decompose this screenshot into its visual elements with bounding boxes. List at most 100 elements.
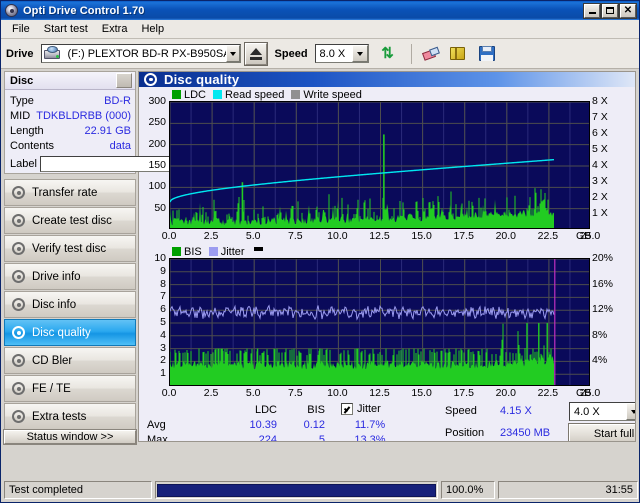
test-controls: Speed 4.15 X Position 23450 MB Samples 3… (445, 402, 635, 441)
chart1-y-axis: 50 100 150 200 250 300 (139, 95, 169, 229)
test-speed-select-value: 4.0 X (574, 405, 600, 418)
chart2-plot[interactable] (169, 258, 590, 386)
statistics-area: LDC BIS Jitter Avg 10.39 0.12 11.7% Max … (139, 400, 635, 441)
menu-start-test[interactable]: Start test (37, 21, 95, 37)
stats-header-ldc: LDC (254, 404, 277, 416)
body: Disc Type BD-R MID TDKBLDRBB (000) Lengt… (1, 69, 639, 445)
legend-item-jitter: Jitter (208, 246, 245, 258)
disc-row-contents: Contents data (10, 138, 131, 153)
sidebar-item-drive-info[interactable]: Drive info (4, 263, 136, 290)
status-bar: Test completed 100.0% 31:55 (1, 480, 639, 502)
status-message-cell: Test completed (4, 481, 152, 499)
stats-avg-jitter: 11.7% (354, 419, 386, 431)
disc-mid-value: TDKBLDRBB (000) (36, 109, 131, 122)
x-tick-label: 7.5 (287, 387, 303, 399)
eject-button[interactable] (243, 41, 268, 66)
drive-select[interactable]: (F:) PLEXTOR BD-R PX-B950SA 1.04 (40, 44, 241, 63)
y-tick-label: 4 (160, 328, 166, 341)
gear-icon (11, 325, 26, 340)
chart1-x-axis-box: 0.0 2.5 5.0 7.5 10.0 12.5 15.0 17.5 20.0 22.5 25.0… (139, 229, 635, 243)
status-window-button[interactable]: Status window >> (3, 429, 137, 445)
y-tick-label: 5 (160, 316, 166, 328)
refresh-button[interactable]: ⇅ (376, 43, 400, 65)
right-tick-label: 20% (592, 252, 614, 264)
x-tick-label: 5.0 (245, 230, 261, 242)
x-tick-label: 22.5 (537, 230, 559, 242)
jitter-checkbox[interactable] (341, 403, 353, 415)
chevron-down-icon[interactable] (225, 45, 240, 62)
legend-label-read-speed: Read speed (225, 88, 285, 101)
x-tick-label: 17.5 (453, 230, 474, 242)
legend-item-read-speed: Read speed (213, 89, 284, 101)
minimize-button[interactable] (583, 2, 601, 19)
sidebar-item-extra-tests[interactable]: Extra tests (4, 403, 136, 430)
optical-drive-icon (43, 46, 61, 61)
gear-icon (11, 269, 26, 284)
window-title: Opti Drive Control 1.70 (23, 4, 145, 17)
close-button[interactable]: ✕ (619, 2, 637, 19)
disc-group-button[interactable] (116, 73, 132, 88)
chart2-x-unit-label: GB (576, 387, 592, 399)
stats-avg-bis: 0.12 (303, 419, 325, 431)
disc-info-group: Disc Type BD-R MID TDKBLDRBB (000) Lengt… (4, 71, 240, 174)
sidebar-item-transfer-rate[interactable]: Transfer rate (4, 179, 136, 206)
test-speed-select[interactable]: 4.0 X (569, 402, 635, 421)
speed-select[interactable]: 8.0 X (314, 44, 369, 63)
chart1-plot[interactable] (169, 101, 590, 229)
disc-properties: Type BD-R MID TDKBLDRBB (000) Length 22.… (5, 90, 240, 173)
x-tick-label: 2.5 (203, 387, 219, 399)
gear-icon (11, 297, 26, 312)
jitter-checkbox-label: Jitter (357, 403, 381, 415)
stats-max-bis: 5 (318, 434, 325, 442)
gear-icon (11, 185, 26, 200)
sidebar-item-create-test-disc[interactable]: Create test disc (4, 207, 136, 234)
x-tick-label: 20.0 (495, 230, 517, 242)
x-tick-label: 15.0 (411, 230, 432, 242)
y-tick-label: 50 (154, 201, 166, 214)
menu-help[interactable]: Help (134, 21, 171, 37)
right-tick-label: 4 X (592, 159, 608, 171)
disc-row-length: Length 22.91 GB (10, 123, 131, 138)
x-tick-label: 22.5 (537, 387, 559, 399)
right-tick-label: 4% (592, 354, 608, 367)
y-tick-label: 7 (160, 290, 166, 303)
y-tick-label: 6 (160, 303, 166, 316)
progress-percent: 100.0% (446, 484, 484, 496)
progress-bar (157, 483, 436, 497)
application-window: Opti Drive Control 1.70 ✕ File Start tes… (0, 0, 640, 503)
jitter-checkbox-group[interactable]: Jitter (341, 403, 381, 415)
progress-percent-cell: 100.0% (441, 481, 495, 499)
chart-svg (170, 102, 589, 228)
chart2-y-axis: 1 2 3 4 5 6 7 8 9 10 (139, 252, 169, 386)
x-tick-label: 0.0 (161, 230, 177, 242)
sidebar-item-label: Drive info (32, 270, 81, 283)
x-tick-label: 20.0 (495, 387, 517, 399)
menu-file[interactable]: File (5, 21, 37, 37)
save-button[interactable] (475, 43, 499, 65)
start-full-button[interactable]: Start full (568, 423, 635, 441)
drive-label: Drive (6, 47, 34, 60)
menu-extra[interactable]: Extra (95, 21, 135, 37)
chart1-box: 50 100 150 200 250 300 1 X 2 X 3 X 4 X 5 X 6 X 7 X 8… (139, 95, 635, 229)
maximize-button[interactable] (601, 2, 619, 19)
sidebar-item-cd-bler[interactable]: CD Bler (4, 347, 136, 374)
y-tick-label: 9 (160, 264, 166, 277)
sidebar-item-fe-te[interactable]: FE / TE (4, 375, 136, 402)
stats-row-label-max: Max (147, 434, 168, 442)
right-tick-label: 2 X (592, 191, 608, 203)
disc-row-type: Type BD-R (10, 93, 131, 108)
gear-icon (11, 353, 26, 368)
sidebar-item-disc-quality[interactable]: Disc quality (4, 319, 136, 346)
y-tick-label: 200 (148, 137, 166, 150)
chart-svg (170, 259, 589, 385)
chevron-down-icon[interactable] (626, 403, 635, 420)
chevron-down-icon[interactable] (351, 45, 368, 62)
sidebar-item-verify-test-disc[interactable]: Verify test disc (4, 235, 136, 262)
position-value: 23450 MB (500, 427, 551, 439)
chart1-legend: LDC Read speed Write speed (139, 88, 635, 101)
sidebar-item-disc-info[interactable]: Disc info (4, 291, 136, 318)
sidebar-item-label: Transfer rate (32, 186, 98, 199)
erase-button[interactable] (419, 43, 443, 65)
y-tick-label: 3 (160, 341, 166, 354)
book-type-button[interactable] (447, 43, 471, 65)
